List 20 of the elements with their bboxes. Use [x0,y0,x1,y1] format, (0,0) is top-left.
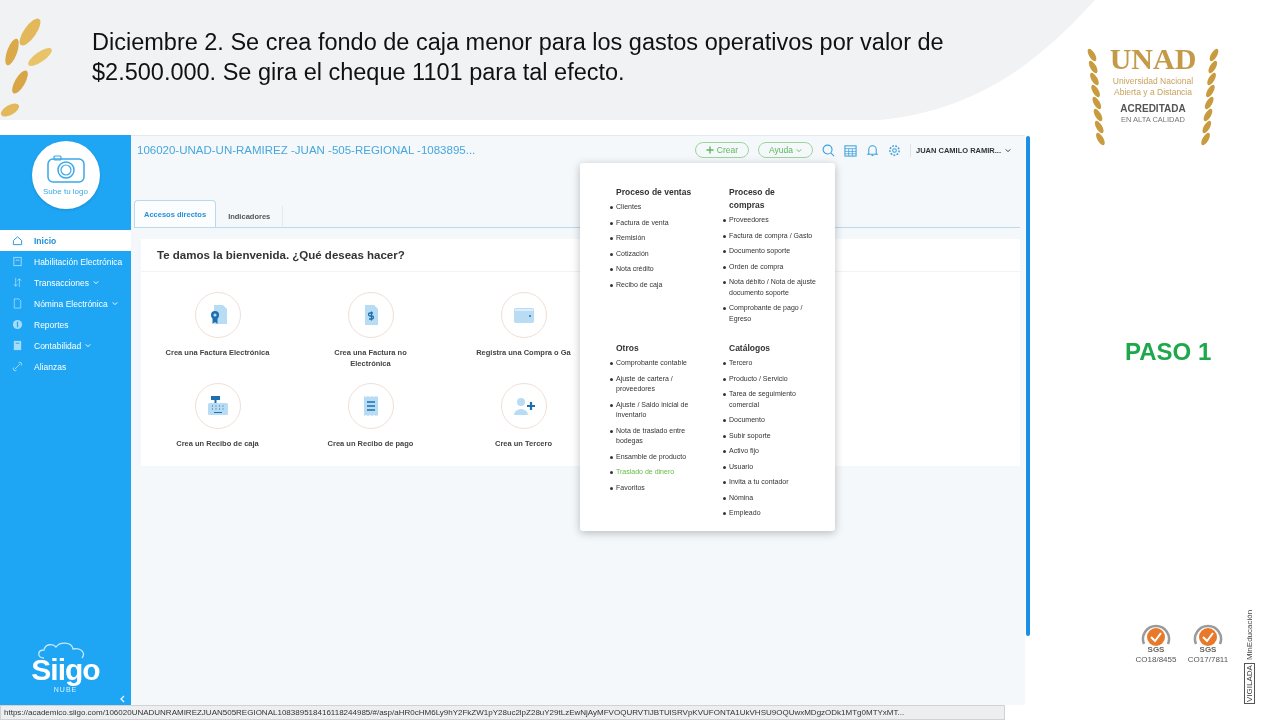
logo-tagline: Abierta y a Distancia [1114,87,1192,98]
certification-mark: SGS [1199,645,1217,654]
logo-wordmark: UNAD [1109,42,1197,76]
menu-section-title: Catálogos [729,342,772,355]
menu-section-title: Proceso de ventas [616,186,693,199]
accreditation-label: ACREDITADA [1120,103,1186,115]
logo-tagline: Universidad Nacional [1112,76,1194,87]
step-label: PASO 1 [1125,338,1212,366]
company-title: 106020-UNAD-UN-RAMIREZ -JUAN -505-REGIONAL -1083895... [137,144,476,156]
link-url: https://academico.siigo.com/106020UNADUNRAMIREZJUAN505REGIONAL108389518416118244985/#/asp/aHR0cHM6Ly9hY2FkZW1pY28uc2lpZ28uY29tLzEwNjAyMFVOQURVTlJBTUlSRVpKVUFONTA1UkVHSU9OQUwxMDgzODk1MTg0MTYxMT... [4,708,905,717]
menu-section-title: Proceso de compras [729,186,776,212]
ministry-label: MinEducación [1245,609,1254,661]
certification-code: CO18/8455 [1135,655,1177,664]
menu-section-title: Otros [616,342,640,355]
vigilance-badge: VIGILADA [1244,663,1255,704]
nav-item[interactable]: Inicio [0,230,131,251]
certification-code: CO17/7811 [1187,655,1229,664]
brand-logo: Siigo [31,655,100,685]
slide-heading: Diciembre 2. Se crea fondo de caja menor para los gastos operativos por valor de $2.500.000. Se gira el cheque 1101 para tal efecto. [92,28,945,87]
certification-mark: SGS [1147,645,1165,654]
